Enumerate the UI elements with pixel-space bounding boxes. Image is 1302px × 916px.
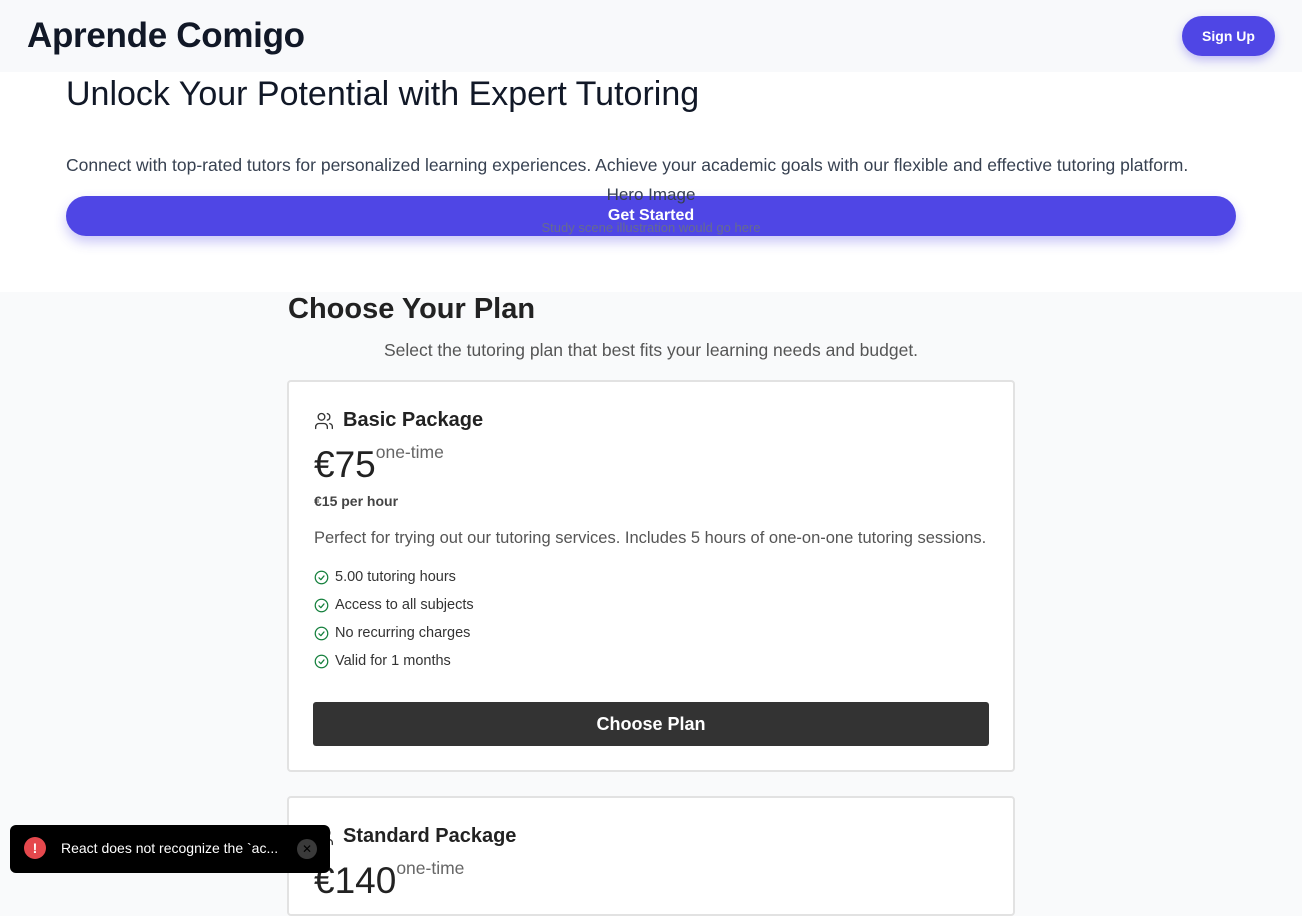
error-toast[interactable]: ! React does not recognize the `ac... ✕ [10, 825, 330, 873]
check-circle-icon [314, 570, 329, 584]
plan-card-basic: Basic Package €75 one-time €15 per hour … [287, 380, 1015, 772]
plan-price-row: €75 one-time [314, 442, 444, 485]
check-circle-icon [314, 626, 329, 640]
plans-title: Choose Your Plan [288, 293, 536, 325]
plan-card-header: Standard Package [314, 825, 516, 848]
feature-item: Valid for 1 months [314, 647, 474, 675]
hero-image-caption: Study scene illustration would go here [541, 220, 761, 235]
plan-card-standard: Standard Package €140 one-time [287, 796, 1015, 916]
plans-subtitle: Select the tutoring plan that best fits … [383, 340, 919, 360]
feature-item: Access to all subjects [314, 591, 474, 619]
error-icon: ! [24, 837, 46, 859]
hero-description: Connect with top-rated tutors for person… [66, 155, 1189, 175]
feature-item: 5.00 tutoring hours [314, 563, 474, 591]
plan-name: Basic Package [343, 409, 484, 431]
plan-price: €75 [314, 444, 376, 485]
choose-plan-button[interactable]: Choose Plan [313, 702, 989, 746]
site-header: Aprende Comigo Sign Up [0, 0, 1302, 72]
sign-up-button[interactable]: Sign Up [1182, 16, 1275, 56]
plan-per-hour: €15 per hour [314, 493, 399, 509]
feature-text: Valid for 1 months [335, 653, 451, 669]
check-circle-icon [314, 598, 329, 612]
feature-item: No recurring charges [314, 619, 474, 647]
users-icon [315, 412, 333, 429]
plan-name: Standard Package [343, 825, 517, 847]
feature-text: No recurring charges [335, 625, 471, 641]
plan-features: 5.00 tutoring hours Access to all subjec… [314, 563, 474, 675]
plan-period: one-time [396, 858, 465, 878]
feature-text: Access to all subjects [335, 597, 474, 613]
hero-section: Unlock Your Potential with Expert Tutori… [0, 72, 1302, 292]
plan-card-header: Basic Package [314, 409, 483, 432]
plan-period: one-time [375, 442, 444, 462]
plan-description: Perfect for trying out our tutoring serv… [314, 529, 987, 547]
feature-text: 5.00 tutoring hours [335, 569, 456, 585]
toast-message: React does not recognize the `ac... [61, 840, 279, 856]
plan-price-row: €140 one-time [314, 858, 464, 899]
check-circle-icon [314, 654, 329, 668]
brand-logo[interactable]: Aprende Comigo [27, 16, 305, 56]
close-icon[interactable]: ✕ [297, 839, 317, 859]
hero-image-title: Hero Image [606, 185, 696, 204]
hero-title: Unlock Your Potential with Expert Tutori… [66, 75, 700, 113]
